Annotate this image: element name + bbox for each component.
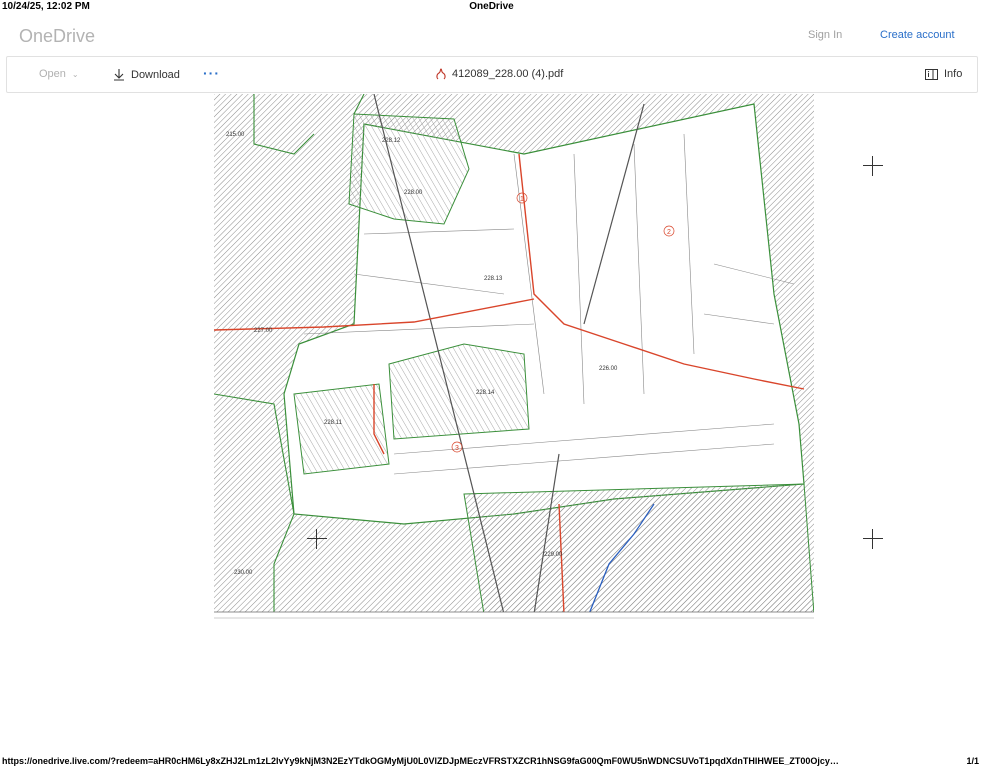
command-bar: Open ⌄ Download ··· 412089_228.00 (4).pd… (6, 56, 978, 93)
sign-in-link[interactable]: Sign In (808, 29, 842, 41)
page-number: 1/1 (966, 756, 979, 766)
print-footer: https://onedrive.live.com/?redeem=aHR0cH… (0, 754, 983, 768)
tax-map-image: 1 2 3 228.12 228.00 228.13 228.14 227.00… (214, 94, 814, 620)
registration-mark-bottom-right (863, 529, 883, 549)
map-label-229-00: 229.00 (544, 552, 563, 558)
map-label-228-13: 228.13 (484, 276, 503, 282)
download-button[interactable]: Download (113, 68, 180, 81)
create-account-link[interactable]: Create account (880, 29, 955, 41)
map-label-228-00: 228.00 (404, 190, 423, 196)
file-name-label: 412089_228.00 (4).pdf (452, 68, 564, 80)
map-circle-3: 3 (455, 445, 459, 452)
more-options-button[interactable]: ··· (203, 65, 220, 81)
brand-logo-text[interactable]: OneDrive (19, 26, 95, 47)
map-label-215-00: 215.00 (226, 132, 245, 138)
open-button[interactable]: Open ⌄ (39, 68, 79, 80)
map-label-227-00: 227.00 (254, 328, 273, 334)
download-label: Download (131, 68, 180, 81)
chevron-down-icon: ⌄ (71, 69, 79, 79)
map-label-228-12: 228.12 (382, 138, 401, 144)
info-button[interactable]: Info (925, 68, 962, 80)
registration-mark-left (307, 529, 327, 549)
map-label-230-00: 230.00 (234, 570, 253, 576)
info-panel-icon (925, 68, 938, 80)
file-name: 412089_228.00 (4).pdf (435, 68, 563, 80)
map-label-226-00: 226.00 (599, 366, 618, 372)
top-bar: OneDrive Sign In Create account (0, 18, 983, 54)
registration-mark-top-right (863, 156, 883, 176)
page-url: https://onedrive.live.com/?redeem=aHR0cH… (2, 756, 839, 766)
map-circle-1: 1 (520, 196, 524, 203)
open-label: Open (39, 68, 66, 80)
map-circle-2: 2 (667, 229, 671, 236)
map-label-228-14: 228.14 (476, 390, 495, 396)
info-label: Info (944, 68, 963, 80)
pdf-file-icon (436, 68, 446, 80)
map-label-228-11: 228.11 (324, 420, 343, 426)
print-title: OneDrive (469, 1, 514, 12)
pdf-viewer[interactable]: 1 2 3 228.12 228.00 228.13 228.14 227.00… (214, 94, 814, 626)
print-header: 10/24/25, 12:02 PM OneDrive (0, 0, 983, 14)
download-icon (114, 69, 124, 81)
